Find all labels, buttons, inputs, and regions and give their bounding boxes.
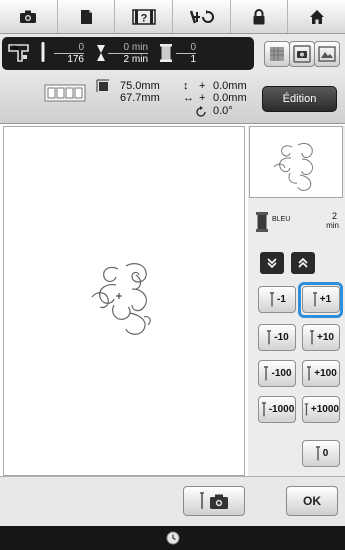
tab-help[interactable]: ? — [115, 0, 174, 33]
stitch-plus-100-button[interactable]: +100 — [302, 360, 340, 387]
clock-icon — [166, 531, 179, 545]
frame-display-button[interactable] — [264, 41, 290, 67]
needle-icon — [41, 42, 45, 62]
rotation-angle: 0.0° — [213, 105, 233, 117]
thread-trim-icon — [190, 9, 215, 23]
time-counter: 0 min 2 min — [108, 42, 148, 65]
tab-lock[interactable] — [231, 0, 289, 33]
tab-thread-trim[interactable] — [173, 0, 231, 33]
needle-icon — [264, 365, 269, 381]
embroidery-pattern — [91, 263, 151, 335]
stitch-reset-button[interactable]: 0 — [302, 440, 340, 467]
needle-icon — [267, 329, 272, 345]
pattern-preview — [249, 126, 343, 198]
needle-icon — [315, 445, 320, 461]
needle-camera-icon — [200, 492, 228, 510]
thread-time-unit: min — [326, 221, 339, 230]
rotate-icon — [196, 106, 206, 117]
needle-icon — [304, 402, 309, 416]
thread-spool-icon — [256, 212, 268, 232]
machine-embroidery-icon — [8, 44, 29, 62]
tab-page[interactable] — [58, 0, 116, 33]
needle-camera-button[interactable] — [183, 486, 245, 516]
embroidery-canvas[interactable] — [3, 126, 245, 476]
thread-color-name: BLEU — [272, 216, 291, 223]
chevron-up-icon — [298, 258, 308, 268]
previous-color-button[interactable] — [260, 252, 284, 274]
needle-icon — [312, 291, 317, 307]
background-image-button[interactable] — [314, 41, 340, 67]
thread-time-value: 2 — [331, 211, 337, 221]
camera-view-button[interactable] — [289, 41, 315, 67]
stitch-minus-10-button[interactable]: -10 — [258, 324, 296, 351]
stitch-plus-1000-button[interactable]: +1000 — [302, 396, 340, 423]
status-panel: 0 176 0 min 2 min 0 1 — [2, 37, 254, 70]
tab-home[interactable] — [288, 0, 345, 33]
footer-bar — [0, 526, 345, 550]
stitch-minus-1-button[interactable]: -1 — [258, 286, 296, 313]
needle-icon — [307, 365, 312, 381]
hourglass-icon — [97, 45, 105, 61]
offset-horizontal: 0.0mm — [213, 92, 247, 104]
size-icon — [96, 79, 109, 92]
embroidery-image-icon — [318, 46, 336, 62]
stitch-plus-1-button[interactable]: +1 — [302, 286, 340, 313]
next-color-button[interactable] — [291, 252, 315, 274]
crosshair-icon: + — [199, 80, 206, 92]
frame-pattern-icon — [270, 47, 284, 61]
thread-info: BLEU 2 min — [248, 210, 345, 240]
stitch-plus-10-button[interactable]: +10 — [302, 324, 340, 351]
ok-button[interactable]: OK — [286, 486, 338, 516]
preview-pattern — [273, 142, 314, 191]
vertical-arrow-icon: ↕ — [183, 80, 189, 92]
thread-spool-icon — [160, 44, 172, 62]
camera-view-icon — [293, 45, 311, 63]
stitch-counter: 0 176 — [54, 42, 84, 65]
right-control-panel: BLEU 2 min -1 +1 -10 +10 -100 +100 -1000… — [248, 126, 345, 476]
help-icon: ? — [131, 8, 156, 25]
lock-icon — [253, 8, 265, 24]
page-icon — [80, 9, 92, 24]
stitch-minus-100-button[interactable]: -100 — [258, 360, 296, 387]
horizontal-arrow-icon: ↔ — [183, 92, 194, 104]
svg-text:?: ? — [140, 12, 147, 24]
camera-icon — [20, 10, 37, 23]
hoop-size-icon — [44, 84, 86, 102]
needle-icon — [261, 401, 266, 417]
chevron-down-icon — [267, 258, 277, 268]
offset-vertical: 0.0mm — [213, 80, 247, 92]
bottom-bar: OK — [0, 476, 345, 526]
home-icon — [309, 9, 324, 24]
needle-icon — [270, 291, 275, 307]
stitch-minus-1000-button[interactable]: -1000 — [258, 396, 296, 423]
needle-icon — [310, 329, 315, 345]
color-counter: 0 1 — [176, 42, 196, 65]
top-tab-bar: ? — [0, 0, 345, 34]
tab-camera[interactable] — [0, 0, 58, 33]
pattern-width: 75.0mm — [120, 80, 160, 92]
crosshair-icon: + — [199, 92, 206, 104]
measurement-panel: 75.0mm 67.7mm ↕ ↔ + + 0.0mm 0.0mm 0.0° É… — [0, 74, 345, 124]
pattern-height: 67.7mm — [120, 92, 160, 104]
edit-button[interactable]: Édition — [262, 86, 337, 112]
